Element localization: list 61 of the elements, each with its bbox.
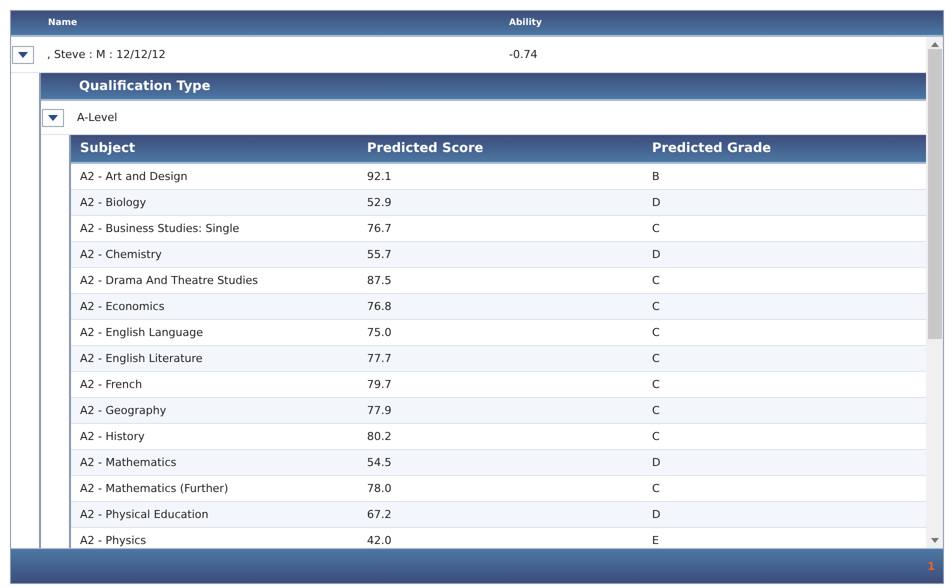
table-cell-text: A-Level	[76, 111, 118, 124]
table-cell-text: C	[651, 300, 661, 313]
column-header[interactable]: Ability	[509, 18, 943, 28]
table-cell-text: C	[651, 404, 661, 417]
table-cell-text: A2 - Economics	[79, 300, 166, 313]
table-cell-text: A2 - Biology	[79, 196, 148, 209]
table-cell-text: 76.8	[366, 300, 392, 313]
table-cell-text: D	[651, 508, 662, 521]
column-header[interactable]: Predicted Grade	[643, 141, 926, 156]
expand-button[interactable]	[42, 108, 64, 126]
table-cell-text: D	[651, 248, 662, 261]
scroll-up-icon	[930, 42, 938, 47]
table-cell-text: 79.7	[366, 378, 392, 391]
table-cell-text: A2 - English Language	[79, 326, 204, 339]
scroll-thumb[interactable]	[928, 49, 942, 339]
table-cell-text: 52.9	[366, 196, 392, 209]
table-cell-text: A2 - French	[79, 378, 144, 391]
table-cell-text: 76.7	[366, 222, 392, 235]
table-cell-text: C	[651, 430, 661, 443]
table-cell-text: 78.0	[366, 482, 392, 495]
table-cell-text: 77.7	[366, 352, 392, 365]
column-header[interactable]: Predicted Score	[358, 141, 643, 156]
table-cell-text: C	[651, 378, 661, 391]
column-header[interactable]: Name	[11, 18, 509, 28]
table-cell-text: 75.0	[366, 326, 392, 339]
table-cell-text: A2 - Art and Design	[79, 170, 189, 183]
table-cell-text: A2 - Business Studies: Single	[79, 222, 240, 235]
scrollbar[interactable]	[926, 37, 943, 548]
table-cell-text: A2 - Physics	[79, 534, 148, 547]
table-cell-text: 67.2	[366, 508, 392, 521]
table-cell-text: 87.5	[366, 274, 392, 287]
table-cell-text: , Steve : M : 12/12/12	[46, 48, 167, 61]
table-cell-text: D	[651, 196, 662, 209]
caret-icon	[48, 114, 58, 120]
expand-button[interactable]	[12, 46, 34, 64]
table-cell-text: C	[651, 326, 661, 339]
table-cell-text: B	[651, 170, 661, 183]
table-cell-text: 55.7	[366, 248, 392, 261]
table-cell-text: 92.1	[366, 170, 392, 183]
table-cell-text: A2 - Mathematics (Further)	[79, 482, 230, 495]
scroll-down-icon	[930, 538, 938, 543]
table-cell-text: C	[651, 274, 661, 287]
table-cell-text: 54.5	[366, 456, 392, 469]
table-cell-text: A2 - Chemistry	[79, 248, 163, 261]
table-cell-text: A2 - History	[79, 430, 146, 443]
table-cell-text: C	[651, 352, 661, 365]
table-cell-text: A2 - Mathematics	[79, 456, 178, 469]
table-cell-text: 42.0	[366, 534, 392, 547]
table-cell-text: C	[651, 222, 661, 235]
table-cell-text: 80.2	[366, 430, 392, 443]
table-cell-text: D	[651, 456, 662, 469]
table-cell-text: 77.9	[366, 404, 392, 417]
table-cell-text: A2 - English Literature	[79, 352, 204, 365]
table-cell-text: A2 - Drama And Theatre Studies	[79, 274, 260, 287]
column-header[interactable]: Subject	[71, 141, 358, 156]
caret-icon	[18, 52, 28, 58]
table-cell-text: E	[651, 534, 660, 547]
table-cell-text: C	[651, 482, 661, 495]
table-cell-text: -0.74	[509, 48, 538, 61]
table-cell-text: A2 - Physical Education	[79, 508, 210, 521]
table-cell-text: A2 - Geography	[79, 404, 168, 417]
